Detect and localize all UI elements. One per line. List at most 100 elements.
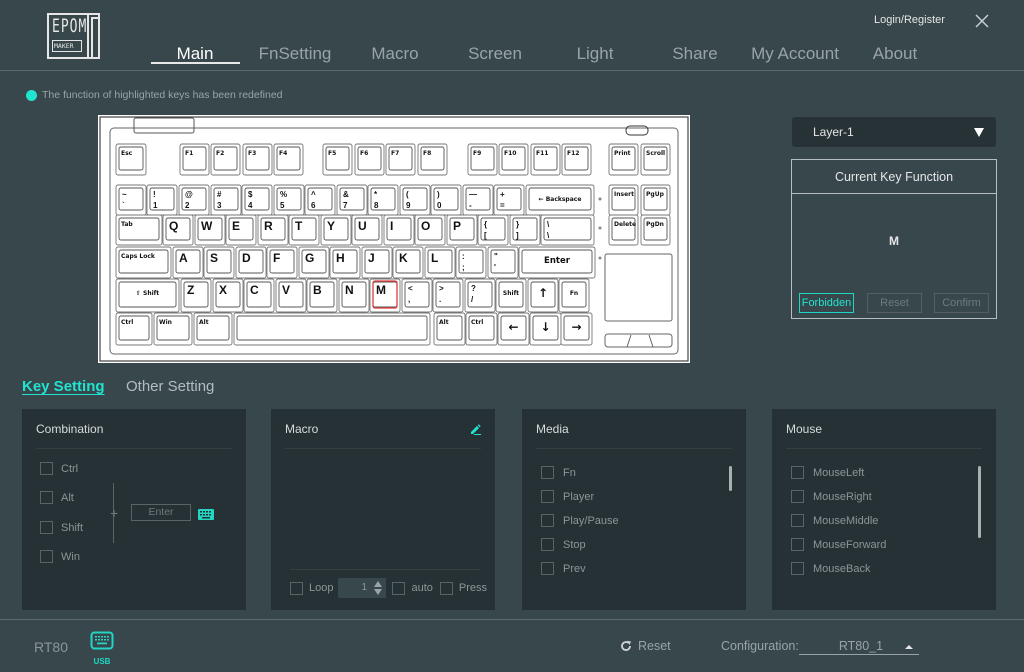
- key-b[interactable]: B: [306, 278, 338, 313]
- key-f1[interactable]: F1: [179, 143, 210, 176]
- key--[interactable]: {[: [477, 214, 509, 246]
- modifier-win-checkbox[interactable]: Win: [40, 550, 80, 563]
- key-f7[interactable]: F7: [385, 143, 416, 176]
- mouse-item[interactable]: MouseRight: [791, 490, 872, 503]
- key--[interactable]: →: [560, 312, 593, 346]
- login-register-link[interactable]: Login/Register: [874, 14, 945, 26]
- checkbox[interactable]: [541, 562, 554, 575]
- key-pgdn[interactable]: PgDn: [640, 214, 671, 246]
- mouse-item[interactable]: MouseForward: [791, 538, 886, 551]
- key-f3[interactable]: F3: [242, 143, 273, 176]
- media-item[interactable]: Play/Pause: [541, 514, 619, 527]
- forbidden-button[interactable]: Forbidden: [799, 293, 854, 313]
- media-item[interactable]: Fn: [541, 466, 576, 479]
- nav-tab-fnsetting[interactable]: FnSetting: [259, 44, 332, 64]
- key-j[interactable]: J: [361, 246, 393, 279]
- key-ctrl[interactable]: Ctrl: [115, 312, 153, 346]
- key-d[interactable]: D: [235, 246, 267, 279]
- checkbox[interactable]: [541, 490, 554, 503]
- key-x[interactable]: X: [212, 278, 244, 313]
- edit-macro-button[interactable]: [469, 422, 481, 440]
- key--[interactable]: ~`: [115, 184, 147, 216]
- checkbox[interactable]: [791, 562, 804, 575]
- key-f11[interactable]: F11: [530, 143, 561, 176]
- usb-connection-indicator[interactable]: USB: [90, 631, 114, 666]
- key-scroll[interactable]: Scroll: [640, 143, 671, 176]
- key-space[interactable]: [233, 312, 431, 346]
- key--0[interactable]: )0: [430, 184, 462, 216]
- key-alt[interactable]: Alt: [433, 312, 466, 346]
- key-l[interactable]: L: [424, 246, 456, 279]
- key-t[interactable]: T: [288, 214, 320, 246]
- nav-tab-screen[interactable]: Screen: [468, 44, 522, 64]
- mouse-item[interactable]: MouseLeft: [791, 466, 864, 479]
- key--[interactable]: <,: [401, 278, 433, 313]
- key-enter[interactable]: Enter: [518, 246, 596, 279]
- checkbox[interactable]: [541, 514, 554, 527]
- key-caps-lock[interactable]: Caps Lock: [115, 246, 172, 279]
- media-scrollbar[interactable]: [729, 466, 732, 491]
- media-item[interactable]: Stop: [541, 538, 586, 551]
- key--[interactable]: :;: [455, 246, 487, 279]
- key-z[interactable]: Z: [180, 278, 212, 313]
- checkbox[interactable]: [791, 490, 804, 503]
- key-win[interactable]: Win: [153, 312, 193, 346]
- key-fn[interactable]: Fn: [558, 278, 590, 313]
- key-f12[interactable]: F12: [561, 143, 592, 176]
- modifier-ctrl-checkbox[interactable]: Ctrl: [40, 462, 78, 475]
- nav-tab-my-account[interactable]: My Account: [751, 44, 839, 64]
- key-i[interactable]: I: [383, 214, 415, 246]
- key-delete[interactable]: Delete: [608, 214, 639, 246]
- touchpad[interactable]: [604, 253, 673, 322]
- checkbox[interactable]: [40, 462, 53, 475]
- nav-tab-main[interactable]: Main: [177, 44, 214, 64]
- key--6[interactable]: ^6: [304, 184, 336, 216]
- key-a[interactable]: A: [172, 246, 204, 279]
- key-g[interactable]: G: [298, 246, 330, 279]
- key-f2[interactable]: F2: [210, 143, 241, 176]
- key--2[interactable]: @2: [178, 184, 210, 216]
- key-o[interactable]: O: [414, 214, 446, 246]
- key-m[interactable]: M: [369, 278, 401, 313]
- checkbox[interactable]: [791, 514, 804, 527]
- key-pgup[interactable]: PgUp: [640, 184, 671, 216]
- nav-tab-light[interactable]: Light: [577, 44, 614, 64]
- key-f9[interactable]: F9: [467, 143, 498, 176]
- key-f[interactable]: F: [266, 246, 298, 279]
- key-c[interactable]: C: [243, 278, 275, 313]
- touchpad-buttons[interactable]: [604, 333, 673, 348]
- tab-key-setting[interactable]: Key Setting: [22, 378, 105, 395]
- checkbox[interactable]: [40, 521, 53, 534]
- key-v[interactable]: V: [275, 278, 307, 313]
- reset-key-button[interactable]: Reset: [867, 293, 922, 313]
- checkbox[interactable]: [791, 466, 804, 479]
- media-item[interactable]: Prev: [541, 562, 586, 575]
- checkbox[interactable]: [541, 466, 554, 479]
- checkbox[interactable]: [541, 538, 554, 551]
- key--[interactable]: \\: [540, 214, 595, 246]
- key-f5[interactable]: F5: [322, 143, 353, 176]
- key-insert[interactable]: Insert: [608, 184, 639, 216]
- key-r[interactable]: R: [257, 214, 289, 246]
- reset-all-button[interactable]: Reset: [620, 639, 671, 653]
- key-shift[interactable]: Shift: [495, 278, 527, 313]
- key--[interactable]: "': [487, 246, 519, 279]
- stepper-down-icon[interactable]: [374, 589, 383, 595]
- key--[interactable]: >.: [432, 278, 464, 313]
- key-esc[interactable]: Esc: [115, 143, 147, 176]
- loop-count-stepper[interactable]: 1: [338, 578, 387, 598]
- auto-checkbox[interactable]: [392, 581, 406, 595]
- key--1[interactable]: !1: [146, 184, 178, 216]
- key-u[interactable]: U: [351, 214, 383, 246]
- nav-tab-macro[interactable]: Macro: [371, 44, 418, 64]
- key-print[interactable]: Print: [608, 143, 639, 176]
- key--3[interactable]: #3: [210, 184, 242, 216]
- key--backspace[interactable]: ← Backspace: [525, 184, 595, 216]
- key-y[interactable]: Y: [320, 214, 352, 246]
- key-alt[interactable]: Alt: [193, 312, 233, 346]
- key-p[interactable]: P: [446, 214, 478, 246]
- key--9[interactable]: (9: [399, 184, 431, 216]
- mouse-item[interactable]: MouseMiddle: [791, 514, 878, 527]
- key-ctrl[interactable]: Ctrl: [465, 312, 498, 346]
- key-k[interactable]: K: [392, 246, 424, 279]
